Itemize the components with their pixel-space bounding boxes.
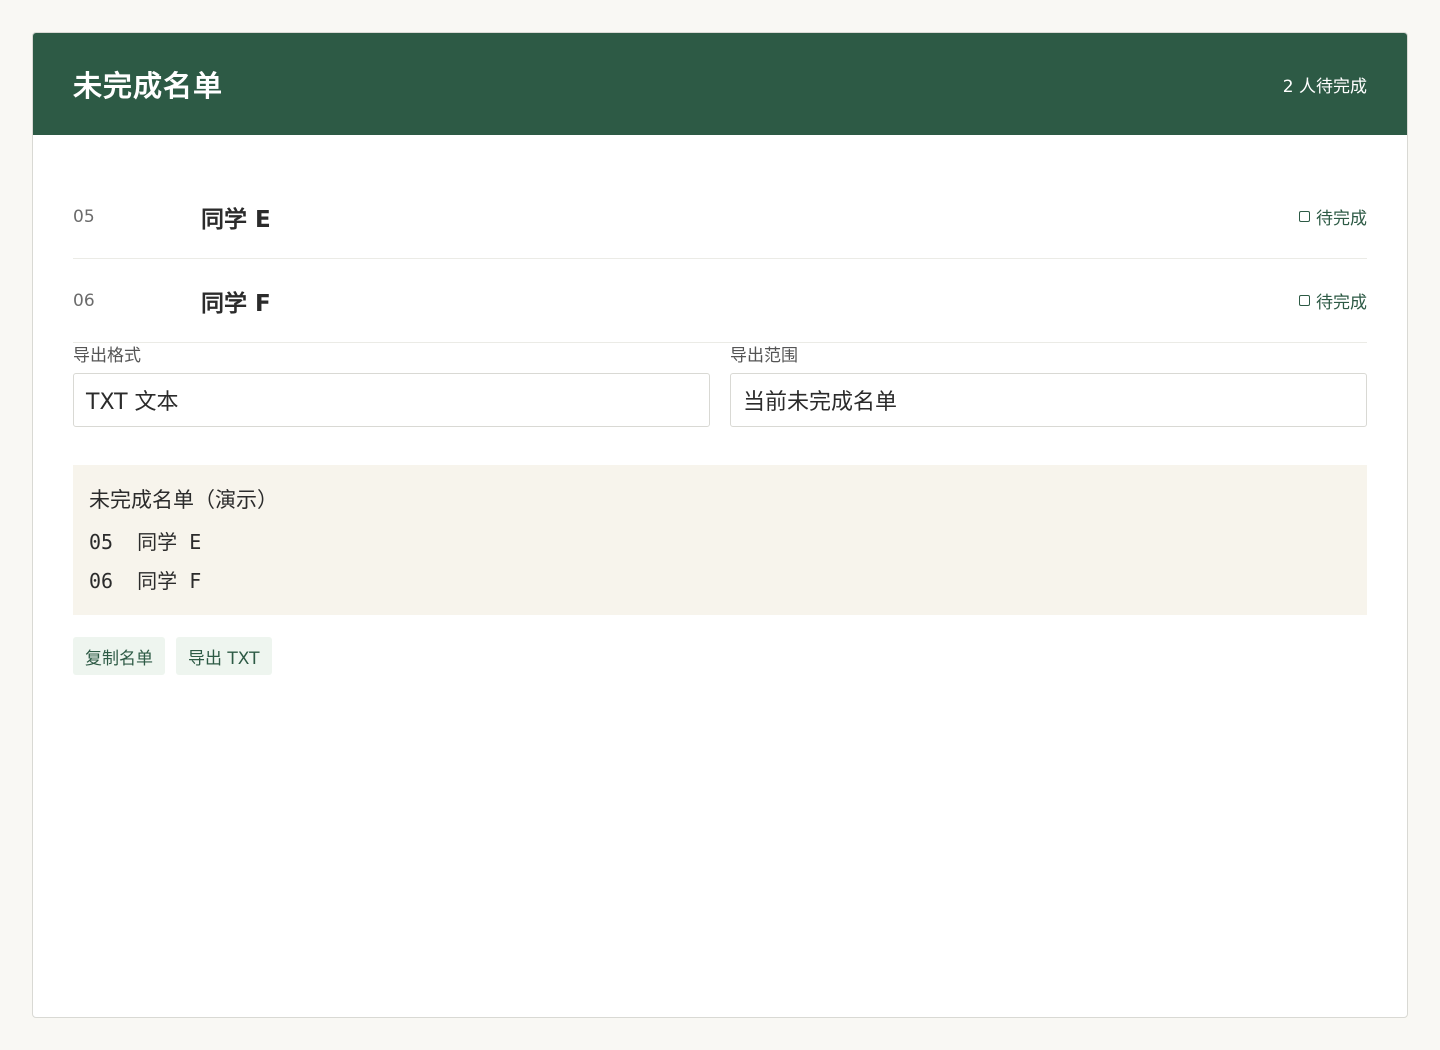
checkbox-icon[interactable] — [1299, 211, 1310, 222]
list-item: 05 同学 E 待完成 — [73, 175, 1367, 259]
page-title: 未完成名单 — [73, 69, 224, 103]
format-select[interactable]: TXT 文本 — [73, 373, 710, 427]
format-field-group: 导出格式 TXT 文本 — [73, 347, 710, 427]
preview-line: 06 同学 F — [89, 569, 202, 593]
range-select[interactable]: 当前未完成名单 — [730, 373, 1367, 427]
card-body: 05 同学 E 待完成 06 同学 F 待完成 导出格式 TXT 文本 导出范围… — [33, 135, 1407, 675]
student-name: 同学 E — [201, 206, 271, 233]
pending-count: 2 人待完成 — [1282, 76, 1367, 97]
student-list: 05 同学 E 待完成 06 同学 F 待完成 — [73, 175, 1367, 343]
export-options: 导出格式 TXT 文本 导出范围 当前未完成名单 — [73, 347, 1367, 427]
checkbox-icon[interactable] — [1299, 295, 1310, 306]
copy-list-button[interactable]: 复制名单 — [73, 637, 165, 675]
status-checkbox[interactable]: 待完成 — [1299, 288, 1367, 313]
status-checkbox[interactable]: 待完成 — [1299, 204, 1367, 229]
range-label: 导出范围 — [730, 346, 798, 366]
status-label: 待完成 — [1316, 293, 1367, 313]
card-header: 未完成名单 2 人待完成 — [33, 33, 1407, 135]
student-name: 同学 F — [201, 290, 271, 317]
list-item: 06 同学 F 待完成 — [73, 259, 1367, 343]
status-label: 待完成 — [1316, 209, 1367, 229]
student-number: 06 — [73, 290, 95, 311]
pending-list-card: 未完成名单 2 人待完成 05 同学 E 待完成 06 同学 F 待完成 导出格… — [32, 32, 1408, 1018]
action-bar: 复制名单 导出 TXT — [73, 637, 1367, 675]
export-txt-button[interactable]: 导出 TXT — [176, 637, 272, 675]
preview-title: 未完成名单（演示） — [89, 488, 278, 512]
student-number: 05 — [73, 206, 95, 227]
export-preview: 未完成名单（演示） 05 同学 E 06 同学 F — [73, 465, 1367, 615]
range-field-group: 导出范围 当前未完成名单 — [730, 347, 1367, 427]
format-label: 导出格式 — [73, 346, 141, 366]
preview-line: 05 同学 E — [89, 530, 202, 554]
